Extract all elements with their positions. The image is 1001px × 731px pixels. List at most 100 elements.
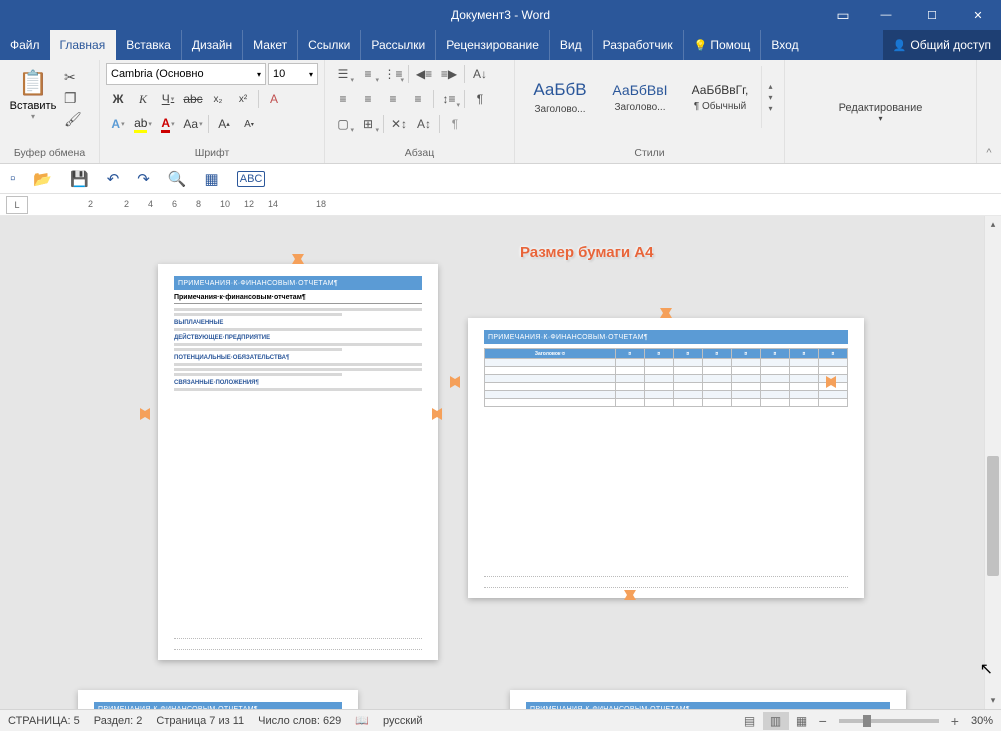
decrease-indent-button[interactable]: ◀≡: [412, 63, 436, 85]
print-preview-icon[interactable]: 🔍: [168, 170, 187, 188]
status-words[interactable]: Число слов: 629: [258, 715, 341, 727]
highlight-button[interactable]: ab▾: [131, 113, 155, 135]
status-proofing-icon[interactable]: 📖: [355, 714, 369, 727]
scroll-thumb[interactable]: [987, 456, 999, 576]
doc-title: Примечания·к·финансовым·отчетам¶: [174, 294, 422, 304]
tab-signin[interactable]: Вход: [761, 30, 808, 60]
paste-button[interactable]: 📋 Вставить ▾: [6, 63, 60, 121]
editing-button[interactable]: Редактирование ▾: [839, 102, 923, 123]
bold-button[interactable]: Ж: [106, 88, 130, 110]
tab-review[interactable]: Рецензирование: [436, 30, 550, 60]
minimize-button[interactable]: —: [863, 0, 909, 30]
strikethrough-button[interactable]: abc: [181, 88, 205, 110]
zoom-in-button[interactable]: +: [947, 713, 963, 729]
grow-font-button[interactable]: A▴: [212, 113, 236, 135]
status-language[interactable]: русский: [383, 715, 422, 727]
ribbon-display-options-icon[interactable]: ▭: [823, 7, 863, 24]
text-effects-button[interactable]: A▾: [106, 113, 130, 135]
tab-file[interactable]: Файл: [0, 30, 50, 60]
vertical-scrollbar[interactable]: ▴ ▾: [984, 216, 1001, 709]
zoom-level[interactable]: 30%: [971, 715, 993, 727]
line-spacing-button[interactable]: ↕≡▾: [437, 88, 461, 110]
increase-indent-button[interactable]: ≡▶: [437, 63, 461, 85]
align-left-button[interactable]: ≡: [331, 88, 355, 110]
tab-design[interactable]: Дизайн: [182, 30, 243, 60]
share-button[interactable]: Общий доступ: [883, 30, 1001, 60]
style-heading2[interactable]: АаБбВвІ Заголово...: [601, 66, 679, 128]
maximize-button[interactable]: ☐: [909, 0, 955, 30]
zoom-slider[interactable]: [839, 719, 939, 723]
view-print-button[interactable]: ▥: [763, 712, 789, 730]
group-label-paragraph: Абзац: [331, 145, 508, 161]
style-normal[interactable]: АаБбВвГг, ¶ Обычный: [681, 66, 759, 128]
close-button[interactable]: ✕: [955, 0, 1001, 30]
tab-insert[interactable]: Вставка: [116, 30, 182, 60]
open-icon[interactable]: 📂: [33, 170, 52, 188]
page-landscape-next[interactable]: ПРИМЕЧАНИЯ·К·ФИНАНСОВЫМ·ОТЧЕТАМ¶: [510, 690, 906, 709]
shrink-font-button[interactable]: A▾: [237, 113, 261, 135]
status-page[interactable]: СТРАНИЦА: 5: [8, 715, 80, 727]
spelling-icon[interactable]: ABC: [237, 171, 266, 187]
subscript-button[interactable]: x₂: [206, 88, 230, 110]
font-size-combo[interactable]: 10▾: [268, 63, 318, 85]
multilevel-list-button[interactable]: ⋮≡▾: [381, 63, 405, 85]
doc-header2: ПРИМЕЧАНИЯ·К·ФИНАНСОВЫМ·ОТЧЕТАМ¶: [484, 330, 848, 344]
format-painter-icon[interactable]: 🖌: [64, 111, 82, 128]
borders-button[interactable]: ⊞▾: [356, 113, 380, 135]
shading-button[interactable]: ▢▾: [331, 113, 355, 135]
undo-icon[interactable]: ↶: [107, 170, 120, 188]
font-family-combo[interactable]: Cambria (Основно▾: [106, 63, 266, 85]
sort-button[interactable]: A↓: [468, 63, 492, 85]
group-paragraph: ☰▾ ≡▾ ⋮≡▾ ◀≡ ≡▶ A↓ ≡ ≡ ≡ ≡ ↕≡▾: [325, 60, 515, 163]
asian-layout-button[interactable]: ✕↕: [387, 113, 411, 135]
tab-help[interactable]: Помощ: [684, 30, 762, 60]
tab-mailings[interactable]: Рассылки: [361, 30, 436, 60]
italic-button[interactable]: К: [131, 88, 155, 110]
tab-developer[interactable]: Разработчик: [593, 30, 684, 60]
view-web-button[interactable]: ▦: [789, 712, 815, 730]
group-clipboard: 📋 Вставить ▾ ✂ ❐ 🖌 Буфер обмена: [0, 60, 100, 163]
ruler-row: L 2 2 4 6 8 10 12 14 18: [0, 194, 1001, 216]
page-portrait-next[interactable]: ПРИМЕЧАНИЯ·К·ФИНАНСОВЫМ·ОТЧЕТАМ¶: [78, 690, 358, 709]
redo-icon[interactable]: ↷: [137, 170, 150, 188]
ribbon-tabs: Файл Главная Вставка Дизайн Макет Ссылки…: [0, 30, 1001, 60]
scroll-down-button[interactable]: ▾: [985, 692, 1001, 709]
page-landscape[interactable]: ПРИМЕЧАНИЯ·К·ФИНАНСОВЫМ·ОТЧЕТАМ¶ Заголов…: [468, 318, 864, 598]
align-right-button[interactable]: ≡: [381, 88, 405, 110]
horizontal-ruler[interactable]: 2 2 4 6 8 10 12 14 18: [58, 196, 981, 214]
zoom-out-button[interactable]: −: [815, 713, 831, 729]
status-pageof[interactable]: Страница 7 из 11: [156, 715, 244, 727]
status-section[interactable]: Раздел: 2: [94, 715, 143, 727]
group-label-styles: Стили: [521, 145, 778, 161]
change-case-button[interactable]: Aa▾: [181, 113, 205, 135]
justify-button[interactable]: ≡: [406, 88, 430, 110]
numbering-button[interactable]: ≡▾: [356, 63, 380, 85]
superscript-button[interactable]: x²: [231, 88, 255, 110]
bullets-button[interactable]: ☰▾: [331, 63, 355, 85]
table-icon[interactable]: ▦: [205, 170, 219, 188]
tab-references[interactable]: Ссылки: [298, 30, 361, 60]
clear-formatting-button[interactable]: A: [262, 88, 286, 110]
style-heading1[interactable]: АаБбВ Заголово...: [521, 66, 599, 128]
tab-layout[interactable]: Макет: [243, 30, 298, 60]
paragraph-mark-button[interactable]: ¶: [443, 113, 467, 135]
view-read-button[interactable]: ▤: [737, 712, 763, 730]
page-portrait[interactable]: ПРИМЕЧАНИЯ·К·ФИНАНСОВЫМ·ОТЧЕТАМ¶ Примеча…: [158, 264, 438, 660]
tab-home[interactable]: Главная: [50, 30, 117, 60]
underline-button[interactable]: Ч▾: [156, 88, 180, 110]
save-icon[interactable]: 💾: [70, 170, 89, 188]
copy-icon[interactable]: ❐: [64, 90, 82, 107]
document-canvas[interactable]: Размер бумаги А4 Книжная ориентация лист…: [0, 216, 984, 709]
tab-selector[interactable]: L: [6, 196, 28, 214]
align-center-button[interactable]: ≡: [356, 88, 380, 110]
status-bar: СТРАНИЦА: 5 Раздел: 2 Страница 7 из 11 Ч…: [0, 709, 1001, 731]
show-marks-button[interactable]: ¶: [468, 88, 492, 110]
cut-icon[interactable]: ✂: [64, 69, 82, 86]
styles-more-button[interactable]: ▴▾▾: [761, 66, 779, 128]
asian-layout2-button[interactable]: A↕: [412, 113, 436, 135]
font-color-button[interactable]: A▾: [156, 113, 180, 135]
collapse-ribbon-button[interactable]: ^: [977, 60, 1001, 163]
tab-view[interactable]: Вид: [550, 30, 593, 60]
new-icon[interactable]: ▫: [10, 170, 15, 187]
scroll-up-button[interactable]: ▴: [985, 216, 1001, 233]
